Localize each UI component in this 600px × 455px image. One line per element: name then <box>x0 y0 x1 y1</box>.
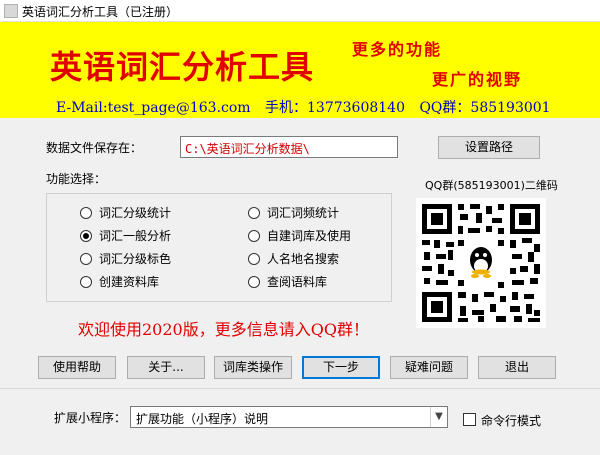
qr-finder-top-left <box>422 204 452 234</box>
radio-label: 词汇一般分析 <box>99 229 172 243</box>
next-button[interactable]: 下一步 <box>302 356 380 379</box>
radio-left-4[interactable]: 创建资料库 <box>80 273 159 289</box>
radio-dot <box>80 252 92 265</box>
function-group: 词汇分级统计 词汇一般分析 词汇分级标色 创建资料库 词汇词频统计 自建词库及使… <box>46 193 392 302</box>
radio-dot <box>248 252 260 265</box>
radio-right-1[interactable]: 词汇词频统计 <box>248 204 339 220</box>
lexicon-button[interactable]: 词库类操作 <box>214 356 292 379</box>
radio-dot <box>80 275 92 288</box>
radio-label: 人名地名搜索 <box>267 252 340 266</box>
radio-dot <box>248 275 260 288</box>
radio-label: 词汇分级标色 <box>99 252 172 266</box>
storage-label: 数据文件保存在： <box>46 141 143 155</box>
banner-main-title: 英语词汇分析工具 <box>50 48 315 86</box>
banner-contact: E-Mail:test_page@163.com 手机：13773608140 … <box>56 97 561 117</box>
storage-path-field[interactable]: C:\英语词汇分析数据\ <box>180 136 398 158</box>
qr-finder-bottom-left <box>422 292 452 322</box>
cmd-mode-checkbox[interactable] <box>463 413 476 426</box>
welcome-message: 欢迎使用2020版，更多信息请入QQ群！ <box>78 320 369 339</box>
radio-dot <box>248 229 260 242</box>
chevron-down-icon[interactable]: ▼ <box>430 407 447 427</box>
radio-right-4[interactable]: 查阅语料库 <box>248 273 327 289</box>
function-select-label: 功能选择： <box>46 172 107 186</box>
extension-selected-value: 扩展功能（小程序）说明 <box>136 412 269 426</box>
radio-label: 词汇分级统计 <box>99 206 172 220</box>
window-title: 英语词汇分析工具（已注册） <box>22 5 179 19</box>
title-bar: 英语词汇分析工具（已注册） <box>0 0 600 22</box>
about-button[interactable]: 关于... <box>127 356 205 379</box>
radio-label: 自建词库及使用 <box>267 229 352 243</box>
exit-button[interactable]: 退出 <box>478 356 556 379</box>
banner-slogan-1: 更多的功能 <box>352 40 443 59</box>
radio-dot <box>80 206 92 219</box>
radio-left-1[interactable]: 词汇分级统计 <box>80 204 171 220</box>
separator <box>0 388 600 389</box>
set-path-button[interactable]: 设置路径 <box>438 136 540 159</box>
radio-label: 查阅语料库 <box>267 275 328 289</box>
extension-label: 扩展小程序： <box>54 411 127 425</box>
radio-label: 创建资料库 <box>99 275 160 289</box>
banner: 英语词汇分析工具 更多的功能 更广的视野 E-Mail:test_page@16… <box>0 22 600 118</box>
qrcode-caption: QQ群(585193001)二维码 <box>425 179 558 192</box>
radio-left-2[interactable]: 词汇一般分析 <box>80 227 171 243</box>
help-button[interactable]: 使用帮助 <box>38 356 116 379</box>
qq-penguin-icon <box>464 244 498 282</box>
contact-email: E-Mail:test_page@163.com <box>56 100 251 116</box>
qr-finder-top-right <box>510 204 540 234</box>
cmd-mode-label: 命令行模式 <box>481 414 542 428</box>
banner-slogan-2: 更广的视野 <box>432 70 523 89</box>
contact-qq: QQ群：585193001 <box>419 100 551 116</box>
radio-dot <box>248 206 260 219</box>
radio-left-3[interactable]: 词汇分级标色 <box>80 250 171 266</box>
radio-right-3[interactable]: 人名地名搜索 <box>248 250 339 266</box>
radio-dot-selected <box>80 229 92 242</box>
radio-right-2[interactable]: 自建词库及使用 <box>248 227 351 243</box>
radio-label: 词汇词频统计 <box>267 206 340 220</box>
faq-button[interactable]: 疑难问题 <box>390 356 468 379</box>
qq-qrcode <box>416 198 546 328</box>
contact-phone: 手机：13773608140 <box>265 100 405 116</box>
app-icon <box>4 4 18 18</box>
extension-select[interactable]: 扩展功能（小程序）说明 ▼ <box>130 406 448 428</box>
